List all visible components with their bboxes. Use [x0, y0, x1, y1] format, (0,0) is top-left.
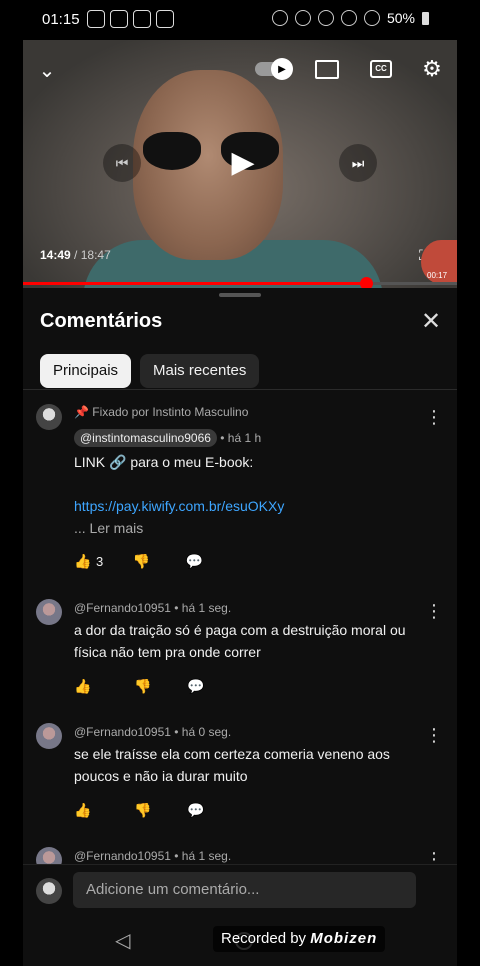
comment-meta: @Fernando10951 • há 0 seg. [74, 725, 231, 739]
comment-actions: 👍 👎 💬 [74, 800, 205, 820]
tab-principais[interactable]: Principais [40, 354, 132, 388]
like-count: 3 [96, 553, 104, 569]
video-progress-bar[interactable] [23, 277, 457, 290]
play-button[interactable]: ▶ [223, 142, 263, 182]
divider [23, 389, 457, 390]
pinned-label: 📌 Fixado por Instinto Masculino [74, 405, 249, 419]
reply-icon[interactable]: 💬 [185, 552, 203, 570]
comment-actions: 👍 👎 💬 [74, 676, 205, 696]
comments-panel: Comentários ✕ Principais Mais recentes 📌… [23, 288, 457, 966]
previous-icon[interactable]: ⏮ [103, 144, 141, 182]
video-player[interactable]: ⌄ ▶ CC ⚙ ⏮ ▶ ⏭ 14:49 / 18:47 ⛶ 00:17 [23, 40, 457, 300]
read-more-link[interactable]: ... Ler mais [74, 517, 414, 539]
dislike-icon[interactable]: 👎 [134, 801, 152, 819]
comment-link[interactable]: https://pay.kiwify.com.br/esuOKXy [74, 495, 414, 517]
mute-icon [294, 10, 311, 26]
tab-mais-recentes[interactable]: Mais recentes [140, 354, 260, 388]
add-comment-input[interactable]: Adicione um comentário... [73, 872, 416, 908]
phone-screen: 01:15 50% ⌄ ▶ CC ⚙ ⏮ ▶ ⏭ 14:49 / 18:47 0… [23, 0, 457, 966]
pin-icon: 📌 [74, 405, 89, 419]
reply-icon[interactable]: 💬 [187, 801, 205, 819]
system-icons: 50% [271, 10, 429, 26]
progress-fill [23, 282, 366, 285]
avatar[interactable] [36, 404, 62, 430]
panel-title: Comentários [40, 310, 163, 332]
current-time: 14:49 [40, 248, 71, 262]
duration: 18:47 [80, 248, 111, 262]
status-time: 01:15 [42, 11, 80, 28]
author-handle[interactable]: @Fernando10951 [74, 601, 171, 615]
next-icon[interactable]: ⏭ [339, 144, 377, 182]
comment-actions: 👍 3 👎 💬 [74, 551, 203, 571]
comment-time: • há 1 h [220, 431, 262, 445]
author-handle[interactable]: @Fernando10951 [74, 849, 171, 863]
comment-text: se ele traísse ela com certeza comeria v… [74, 746, 390, 784]
bluetooth-icon [271, 10, 288, 26]
captions-icon[interactable]: CC [369, 58, 393, 80]
dislike-icon[interactable]: 👎 [132, 552, 150, 570]
settings-gear-icon[interactable]: ⚙ [419, 56, 445, 82]
back-icon[interactable]: ◁ [115, 928, 130, 953]
status-bar: 01:15 50% [23, 0, 457, 40]
add-comment-bar: Adicione um comentário... [23, 864, 457, 915]
drag-handle[interactable] [219, 293, 261, 297]
like-icon[interactable]: 👍 [74, 801, 92, 819]
battery-percent: 50% [386, 10, 415, 26]
author-handle[interactable]: @instintomasculino9066 [74, 429, 217, 447]
like-icon[interactable]: 👍 [74, 552, 92, 570]
comment-text: a dor da traição só é paga com a destrui… [74, 622, 406, 660]
comment-time: • há 1 seg. [174, 849, 232, 863]
cast-icon[interactable] [315, 58, 339, 80]
wifi-icon [340, 10, 357, 26]
notification-icon [133, 10, 151, 28]
comment-meta: @instintomasculino9066 • há 1 h [74, 429, 262, 447]
system-nav-bar: ◁ Recorded by Mobizen [23, 914, 457, 966]
autoplay-toggle[interactable]: ▶ [255, 58, 293, 80]
dislike-icon[interactable]: 👎 [134, 677, 152, 695]
minimize-chevron-icon[interactable]: ⌄ [35, 58, 59, 82]
avatar[interactable] [36, 599, 62, 625]
mobizen-logo: Mobizen [310, 930, 378, 947]
notification-icons [87, 10, 174, 28]
mobizen-icon [156, 10, 174, 28]
comment-text: LINK 🔗 para o meu E-book: https://pay.ki… [74, 451, 414, 539]
reply-icon[interactable]: 💬 [187, 677, 205, 695]
recorder-watermark: Recorded by Mobizen [213, 926, 386, 952]
more-options-icon[interactable]: ⋮ [425, 601, 443, 621]
notification-icon [110, 10, 128, 28]
comment-meta: @Fernando10951 • há 1 seg. [74, 849, 231, 863]
comment-time: • há 1 seg. [174, 601, 232, 615]
play-icon: ▶ [271, 58, 293, 80]
mini-timer: 00:17 [427, 271, 448, 280]
notification-icon [87, 10, 105, 28]
comment-meta: @Fernando10951 • há 1 seg. [74, 601, 231, 615]
more-options-icon[interactable]: ⋮ [425, 407, 443, 427]
avatar[interactable] [36, 723, 62, 749]
comment-time: • há 0 seg. [174, 725, 232, 739]
mobizen-bubble[interactable]: 00:17 [421, 240, 457, 284]
close-icon[interactable]: ✕ [419, 310, 443, 334]
video-time: 14:49 / 18:47 [40, 248, 111, 262]
alarm-icon [317, 10, 334, 26]
avatar [36, 878, 62, 904]
more-options-icon[interactable]: ⋮ [425, 725, 443, 745]
signal-icon [363, 10, 380, 26]
like-icon[interactable]: 👍 [74, 677, 92, 695]
author-handle[interactable]: @Fernando10951 [74, 725, 171, 739]
battery-icon [422, 11, 429, 25]
